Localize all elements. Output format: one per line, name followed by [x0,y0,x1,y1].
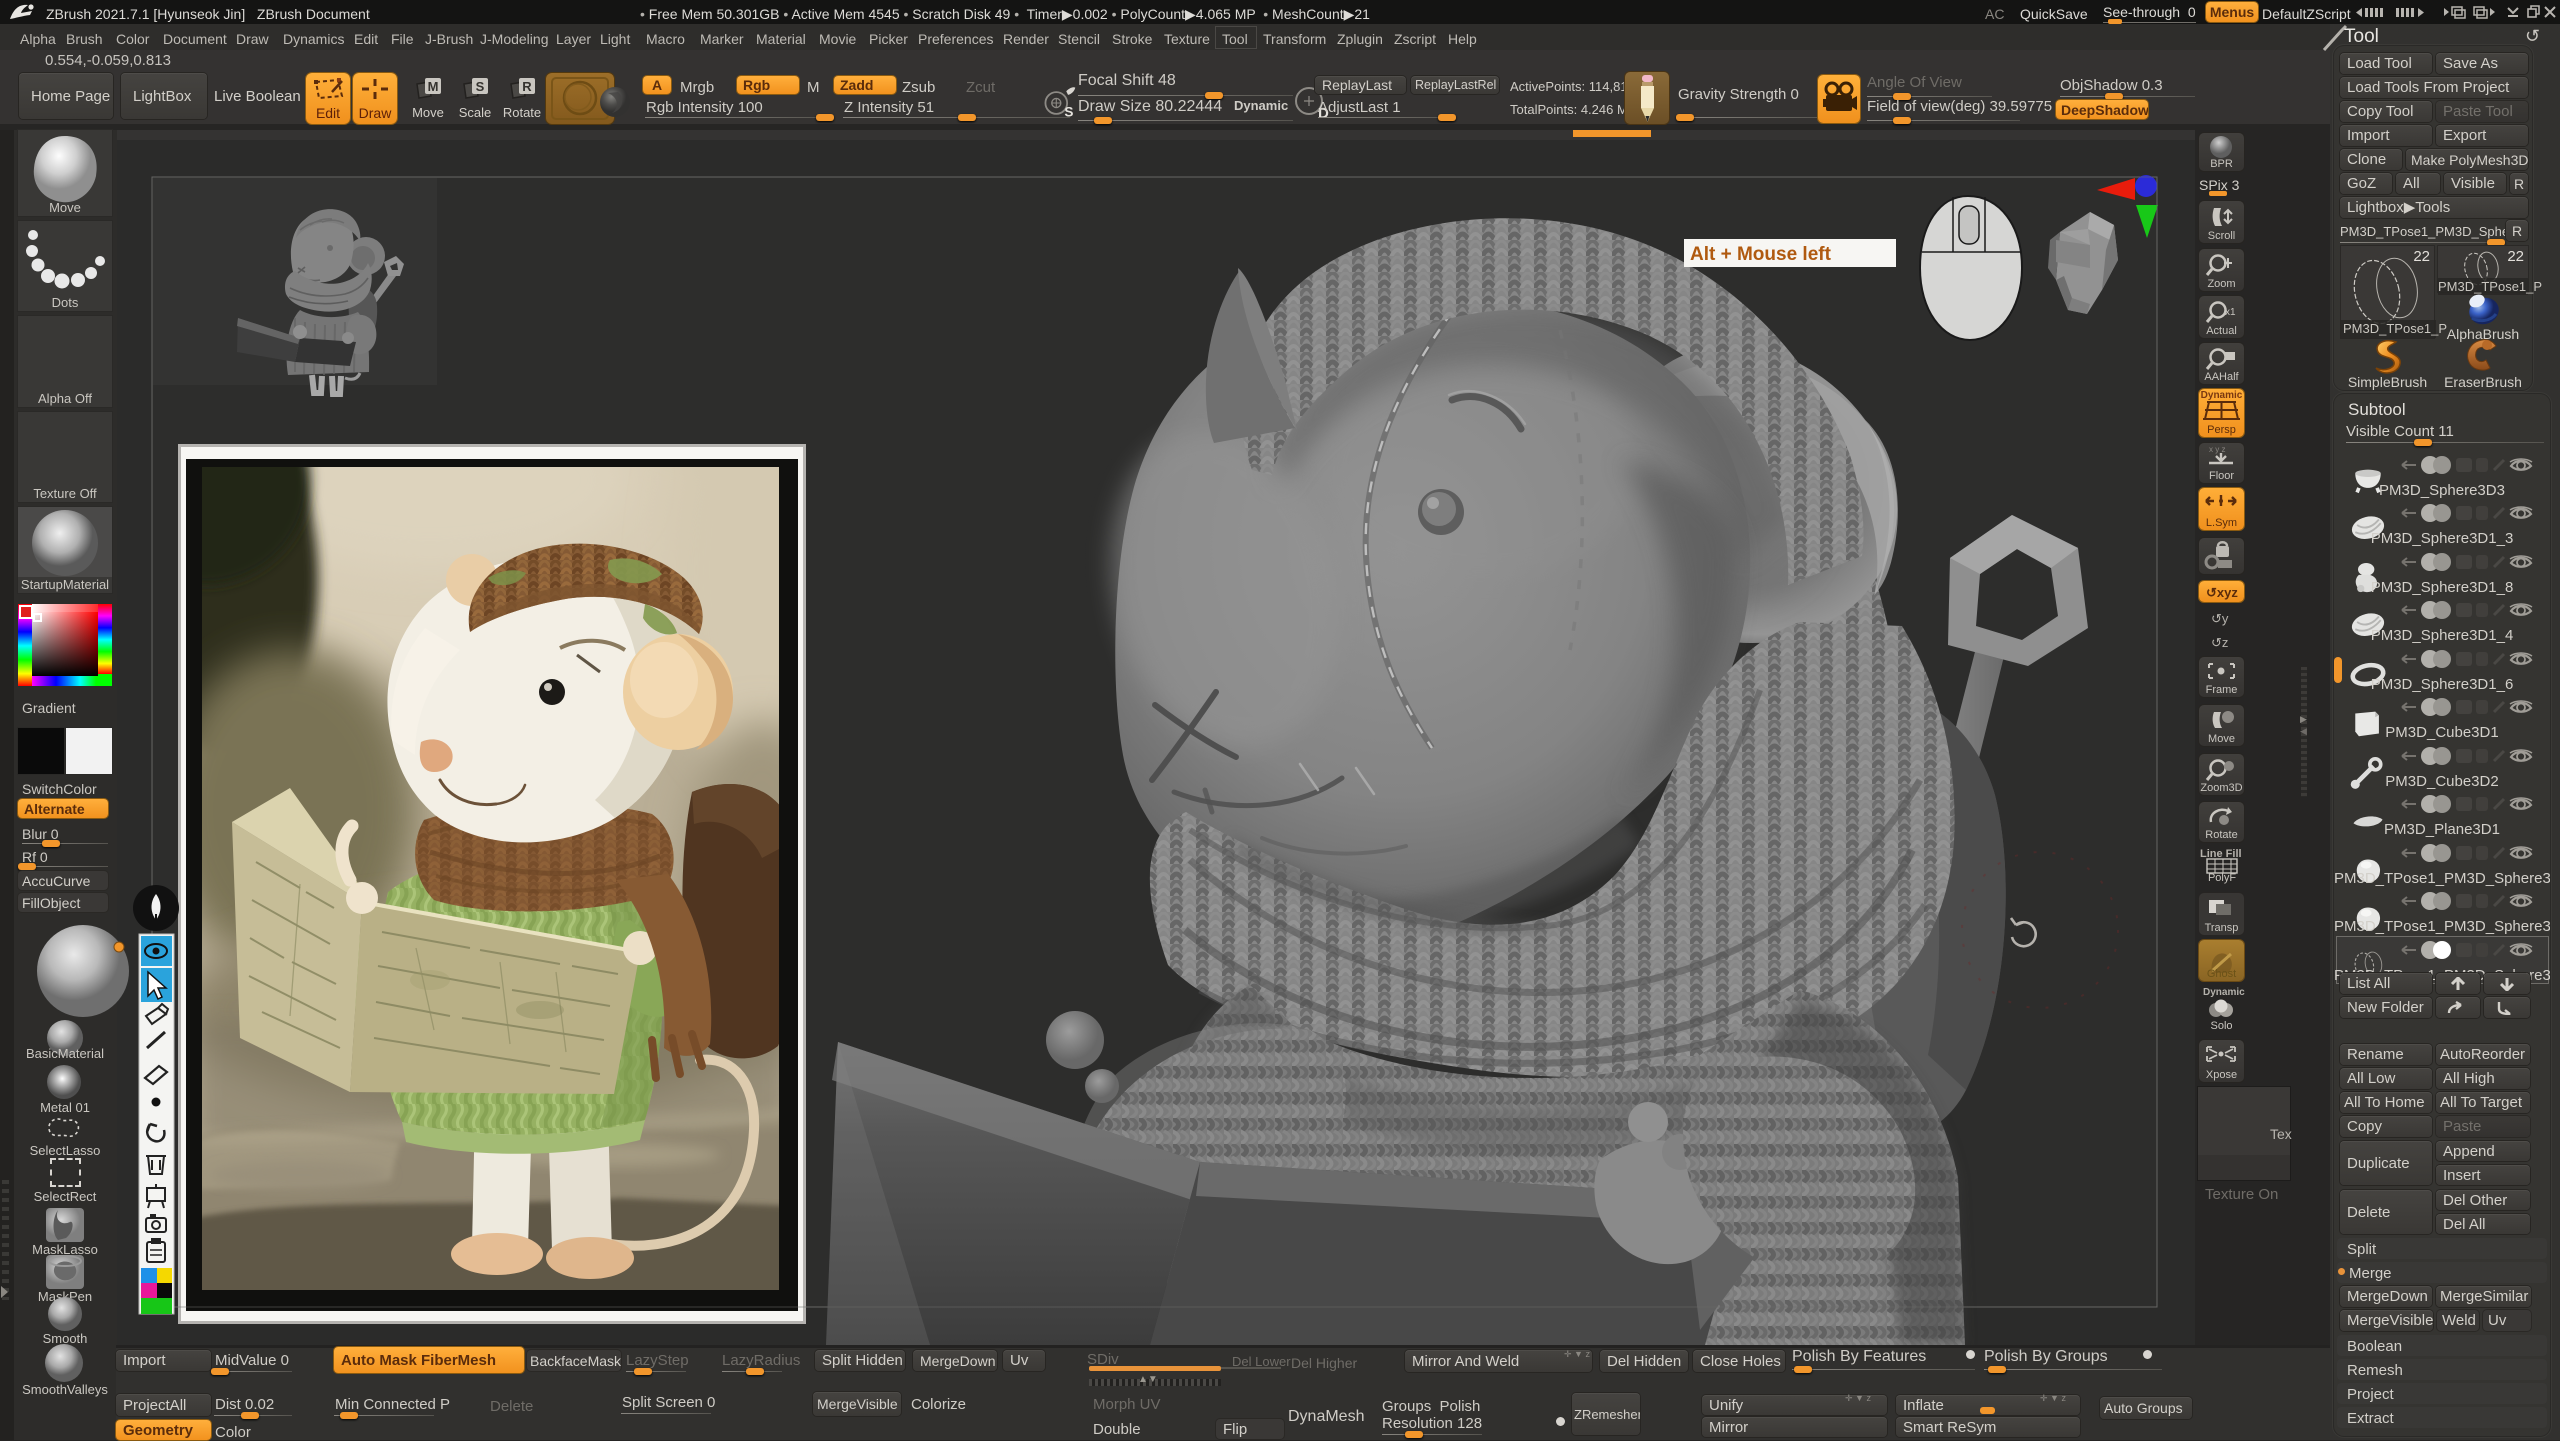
svg-text:R: R [522,79,532,94]
svg-text:S: S [476,79,485,94]
svg-text:↺xyz: ↺xyz [2206,585,2238,600]
svg-text:x1: x1 [2225,307,2236,318]
svg-text:↺z: ↺z [2211,635,2228,650]
svg-text:x y z: x y z [2209,445,2225,454]
svg-text:S: S [1064,105,1073,120]
svg-text:Alt + Mouse left: Alt + Mouse left [1690,244,1832,265]
svg-text:M: M [428,79,439,94]
svg-text:↺y: ↺y [2211,611,2229,626]
